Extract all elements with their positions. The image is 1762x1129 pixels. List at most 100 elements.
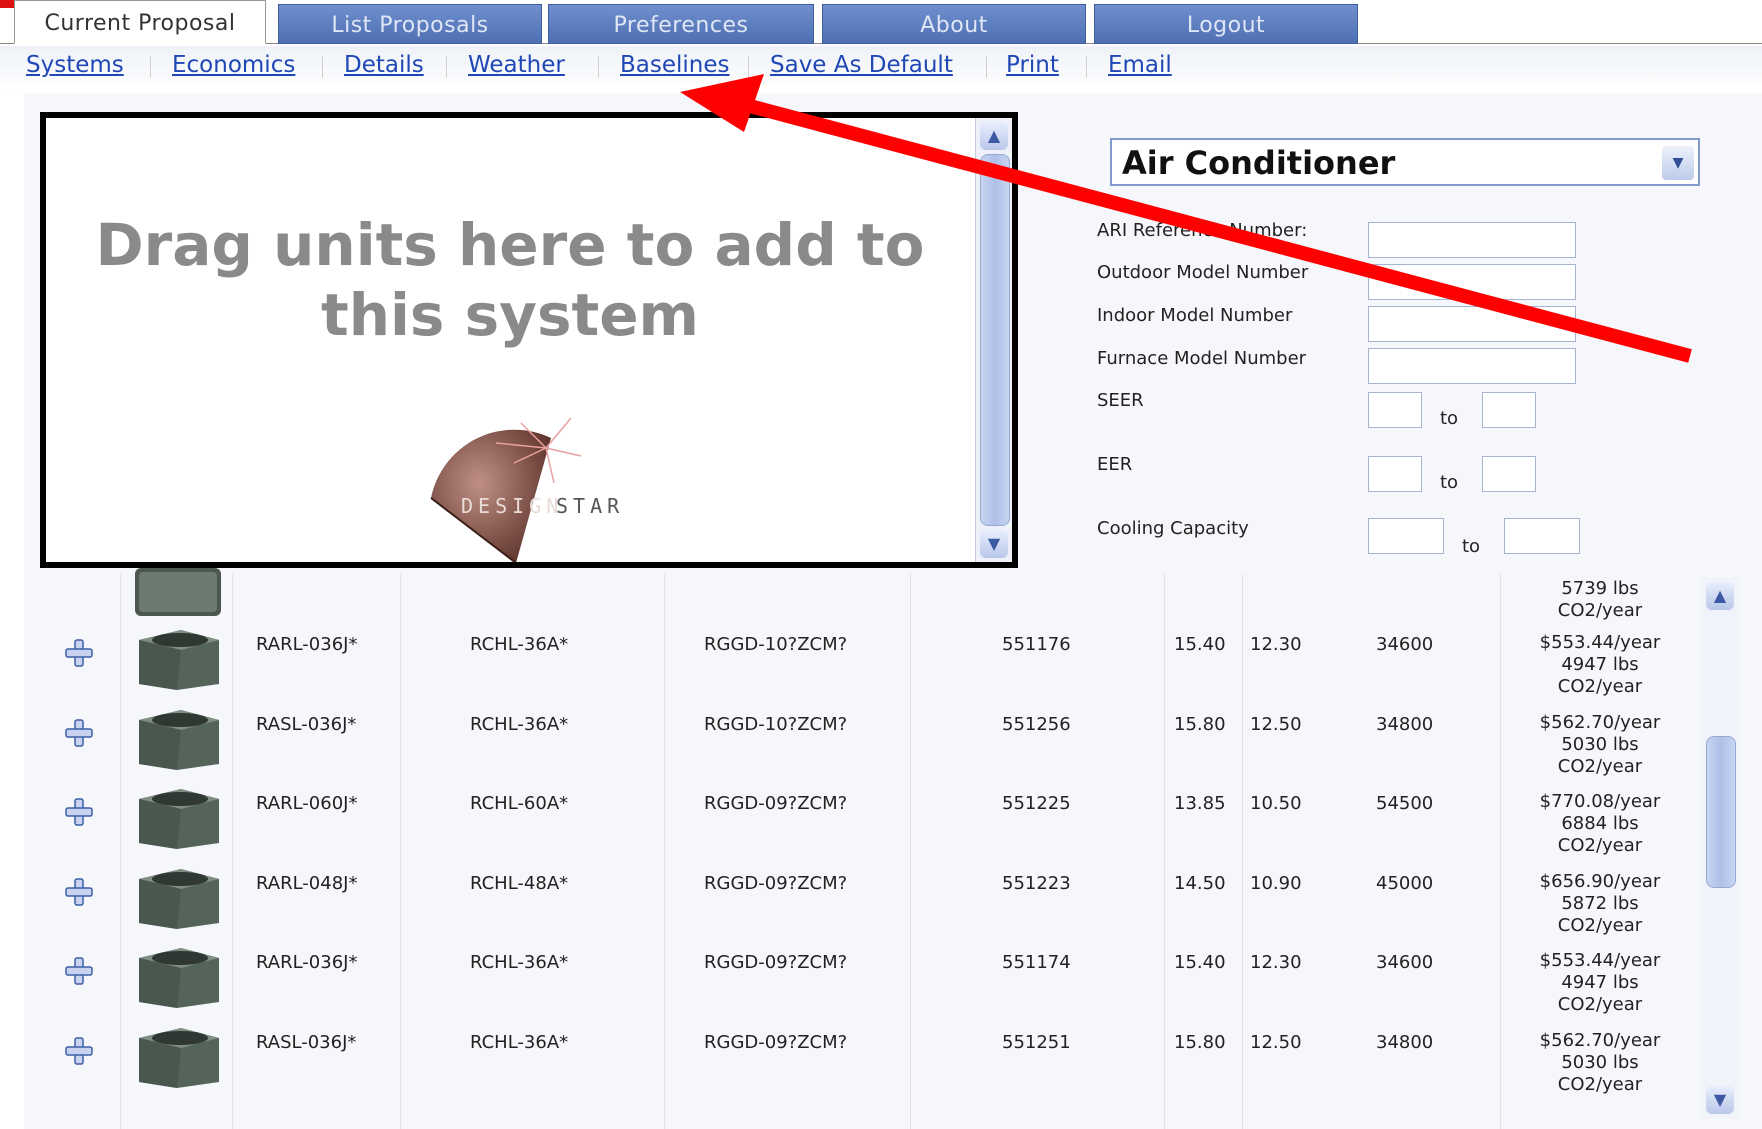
- furnace-model-cell: RGGD-10?ZCM?: [704, 634, 848, 655]
- svg-text:DESIGN: DESIGN: [461, 494, 563, 518]
- link-separator: [986, 56, 987, 78]
- furnace-model-input[interactable]: [1368, 348, 1576, 384]
- add-plus-icon[interactable]: [64, 638, 94, 668]
- eer-cell: 12.30: [1250, 634, 1302, 655]
- capacity-cell: 34600: [1376, 634, 1434, 655]
- tab-current-proposal[interactable]: Current Proposal: [14, 0, 266, 44]
- ari-number-cell: 551225: [1002, 793, 1071, 814]
- co2-amount: 4947 lbs: [1561, 654, 1639, 675]
- add-plus-icon[interactable]: [64, 797, 94, 827]
- partial-row-unit: CO2/year: [1557, 600, 1643, 621]
- column-divider: [120, 574, 121, 1129]
- link-save-as-default[interactable]: Save As Default: [770, 52, 953, 78]
- capacity-cell: 34600: [1376, 952, 1434, 973]
- indoor-model-cell: RCHL-36A*: [470, 714, 569, 735]
- furnace-model-label: Furnace Model Number: [1097, 348, 1307, 369]
- co2-unit: CO2/year: [1557, 835, 1643, 856]
- drop-zone-scrollbar[interactable]: ▲ ▼: [975, 118, 1012, 562]
- tab-preferences[interactable]: Preferences: [548, 4, 814, 44]
- condenser-unit-image: [139, 710, 219, 770]
- condenser-unit-image: [139, 869, 219, 929]
- cooling-capacity-label: Cooling Capacity: [1097, 518, 1249, 539]
- outdoor-model-cell: RARL-060J*: [256, 793, 358, 814]
- eer-cell: 10.50: [1250, 793, 1302, 814]
- link-separator: [1086, 56, 1087, 78]
- column-divider: [1242, 574, 1243, 1129]
- operating-cost-cell: $562.70/year 5030 lbs CO2/year: [1520, 712, 1680, 778]
- link-details[interactable]: Details: [344, 52, 424, 78]
- drop-zone-line-1: Drag units here to add to: [95, 211, 925, 279]
- indoor-model-cell: RCHL-60A*: [470, 793, 569, 814]
- chevron-down-icon[interactable]: ▼: [1706, 1086, 1734, 1114]
- link-economics[interactable]: Economics: [172, 52, 295, 78]
- tab-list-proposals[interactable]: List Proposals: [278, 4, 542, 44]
- ari-input[interactable]: [1368, 222, 1576, 258]
- eer-min-input[interactable]: [1368, 456, 1422, 492]
- column-divider: [400, 574, 401, 1129]
- condenser-unit-image: [135, 568, 221, 616]
- add-plus-icon[interactable]: [64, 956, 94, 986]
- co2-unit: CO2/year: [1557, 756, 1643, 777]
- link-print[interactable]: Print: [1006, 52, 1059, 78]
- link-baselines[interactable]: Baselines: [620, 52, 730, 78]
- unit-type-select[interactable]: Air Conditioner ▼: [1110, 138, 1700, 186]
- chevron-down-icon[interactable]: ▼: [980, 530, 1008, 558]
- outdoor-model-cell: RARL-036J*: [256, 952, 358, 973]
- system-drop-zone[interactable]: Drag units here to add to this system DE…: [40, 112, 1018, 568]
- annual-cost: $656.90/year: [1539, 871, 1661, 892]
- chevron-up-icon[interactable]: ▲: [1706, 582, 1734, 610]
- seer-max-input[interactable]: [1482, 392, 1536, 428]
- cooling-min-input[interactable]: [1368, 518, 1444, 554]
- results-scrollbar[interactable]: ▲ ▼: [1700, 578, 1740, 1118]
- column-divider: [664, 574, 665, 1129]
- capacity-cell: 54500: [1376, 793, 1434, 814]
- link-weather[interactable]: Weather: [468, 52, 565, 78]
- link-separator: [748, 56, 749, 78]
- add-plus-icon[interactable]: [64, 877, 94, 907]
- chevron-up-icon[interactable]: ▲: [980, 122, 1008, 150]
- indoor-model-input[interactable]: [1368, 306, 1576, 342]
- seer-cell: 15.40: [1174, 634, 1226, 655]
- seer-to-label: to: [1440, 408, 1459, 429]
- tab-about[interactable]: About: [822, 4, 1086, 44]
- sub-navigation: Systems Economics Details Weather Baseli…: [0, 46, 1762, 90]
- capacity-cell: 34800: [1376, 1032, 1434, 1053]
- ari-number-cell: 551176: [1002, 634, 1071, 655]
- scroll-thumb[interactable]: [980, 154, 1010, 526]
- eer-max-input[interactable]: [1482, 456, 1536, 492]
- unit-type-value: Air Conditioner: [1122, 144, 1396, 182]
- furnace-model-cell: RGGD-09?ZCM?: [704, 952, 848, 973]
- capacity-cell: 34800: [1376, 714, 1434, 735]
- outdoor-model-cell: RARL-048J*: [256, 873, 358, 894]
- condenser-unit-image: [139, 948, 219, 1008]
- column-divider: [232, 574, 233, 1129]
- operating-cost-cell: $553.44/year 4947 lbs CO2/year: [1520, 950, 1680, 1016]
- eer-cell: 10.90: [1250, 873, 1302, 894]
- tab-logout[interactable]: Logout: [1094, 4, 1358, 44]
- add-plus-icon[interactable]: [64, 718, 94, 748]
- column-divider: [910, 574, 911, 1129]
- designstar-logo-icon: DESIGN STAR: [430, 418, 624, 562]
- add-plus-icon[interactable]: [64, 1036, 94, 1066]
- condenser-unit-image: [139, 789, 219, 849]
- co2-unit: CO2/year: [1557, 994, 1643, 1015]
- chevron-down-icon[interactable]: ▼: [1662, 146, 1694, 180]
- link-email[interactable]: Email: [1108, 52, 1172, 78]
- furnace-model-cell: RGGD-09?ZCM?: [704, 793, 848, 814]
- co2-unit: CO2/year: [1557, 676, 1643, 697]
- link-separator: [322, 56, 323, 78]
- link-separator: [446, 56, 447, 78]
- ari-label: ARI Reference Number:: [1097, 220, 1308, 241]
- scroll-thumb[interactable]: [1706, 736, 1736, 888]
- outdoor-model-label: Outdoor Model Number: [1097, 262, 1309, 283]
- eer-cell: 12.30: [1250, 952, 1302, 973]
- annual-cost: $770.08/year: [1539, 791, 1661, 812]
- cooling-max-input[interactable]: [1504, 518, 1580, 554]
- outdoor-model-input[interactable]: [1368, 264, 1576, 300]
- partial-row-cost: 5739 lbs CO2/year: [1520, 578, 1680, 622]
- column-divider: [1164, 574, 1165, 1129]
- link-systems[interactable]: Systems: [26, 52, 124, 78]
- seer-min-input[interactable]: [1368, 392, 1422, 428]
- svg-text:STAR: STAR: [556, 494, 624, 518]
- seer-cell: 15.80: [1174, 1032, 1226, 1053]
